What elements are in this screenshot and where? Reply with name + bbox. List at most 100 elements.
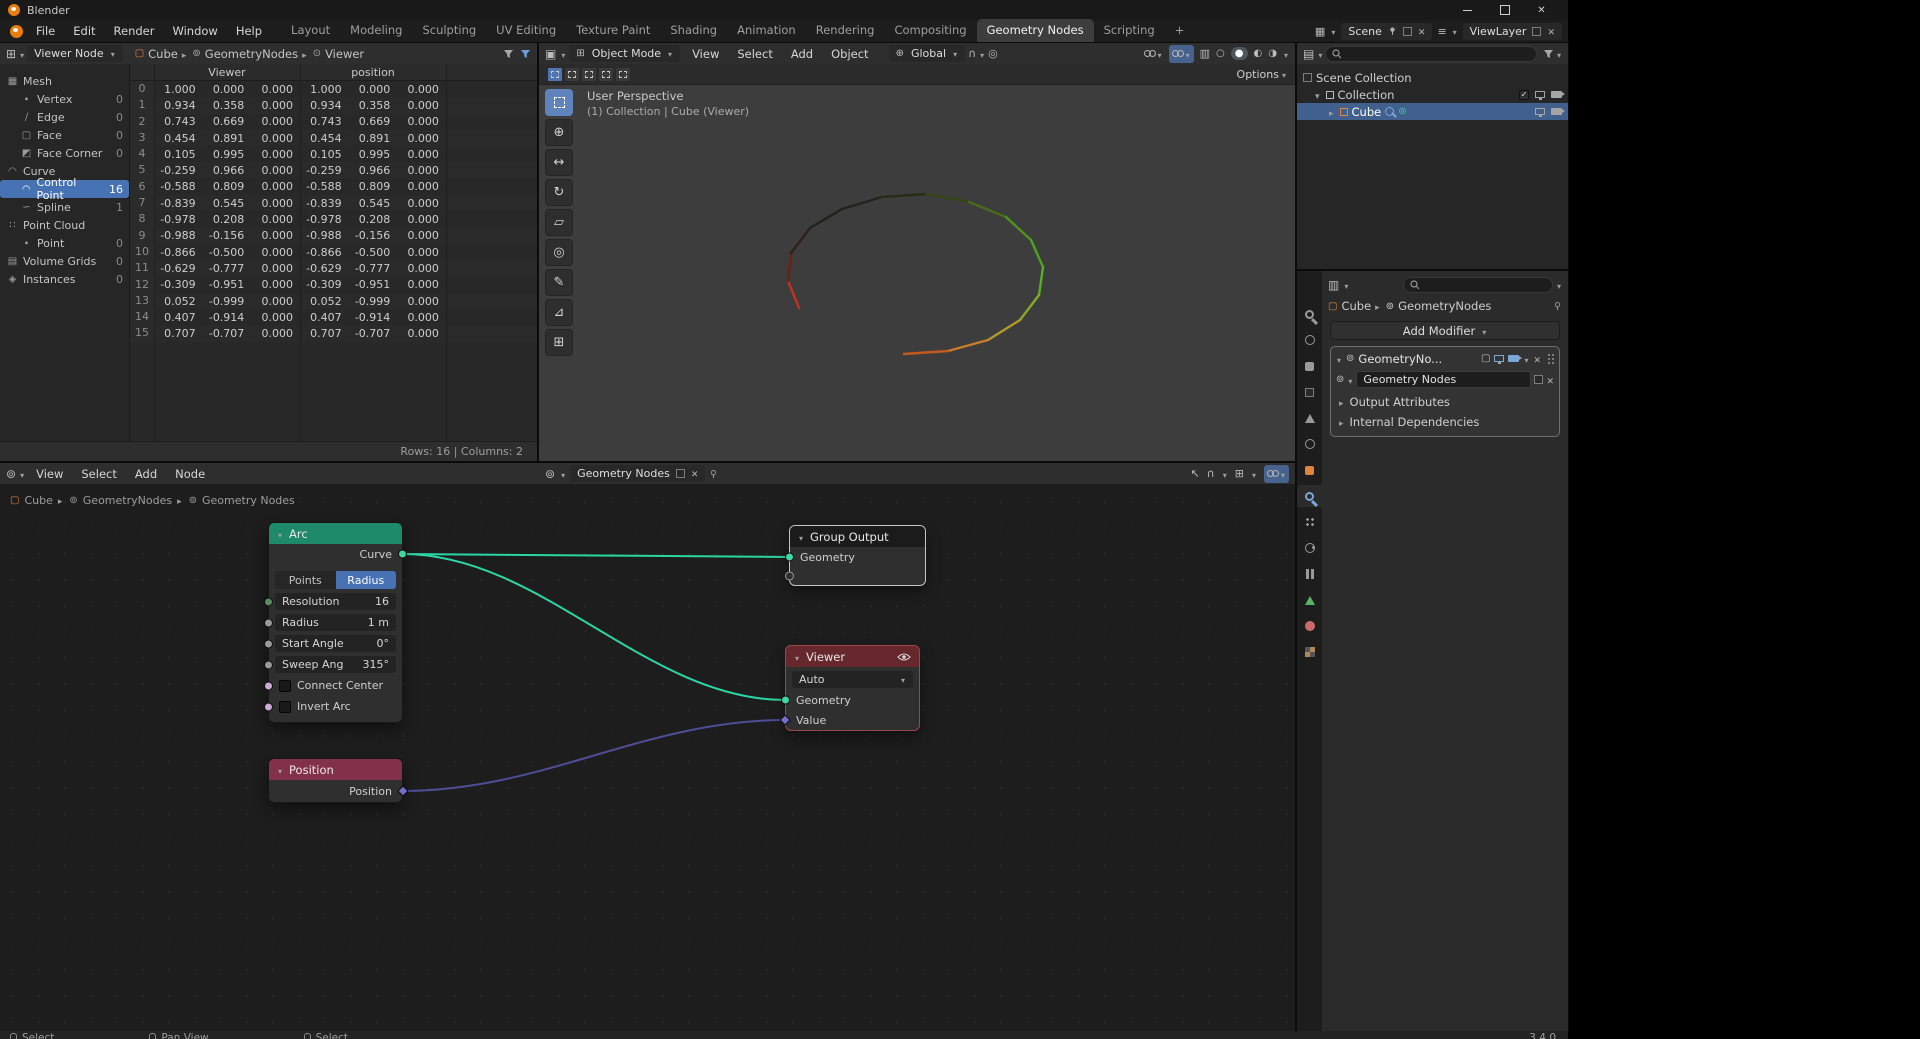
- properties-tab-world[interactable]: [1297, 433, 1322, 455]
- source-point-cloud[interactable]: ∷Point Cloud: [0, 216, 129, 234]
- properties-tab-view-layer[interactable]: [1297, 381, 1322, 403]
- outliner-filter-icon[interactable]: [1543, 49, 1554, 59]
- viewlayer-chevron-icon[interactable]: [1452, 24, 1458, 38]
- node-arc-header[interactable]: Arc: [269, 523, 402, 544]
- properties-tab-object-data[interactable]: [1297, 589, 1322, 611]
- modifier-extras-icon[interactable]: [1523, 352, 1529, 366]
- viewport-3d[interactable]: ▣ ⊞ Object Mode ViewSelectAddObject ⊕ Gl…: [539, 43, 1295, 461]
- invert-arc-checkbox[interactable]: [279, 701, 291, 713]
- properties-tab-constraints[interactable]: [1297, 563, 1322, 585]
- outliner-row-cube[interactable]: Cube ⊚: [1297, 103, 1568, 120]
- pin-icon[interactable]: [1553, 301, 1562, 311]
- source-face-corner[interactable]: ◩Face Corner0: [0, 144, 129, 162]
- scene-chevron-icon[interactable]: [1330, 24, 1336, 38]
- source-mesh[interactable]: ▦Mesh: [0, 72, 129, 90]
- viewport-visibility-icon[interactable]: [1535, 91, 1545, 98]
- socket-group-output-extend[interactable]: [785, 572, 794, 581]
- workspace-tab-layout[interactable]: Layout: [281, 19, 340, 42]
- node-group-output[interactable]: Group Output Geometry: [789, 525, 926, 586]
- properties-tab-tool[interactable]: [1297, 303, 1322, 325]
- tool-select-box-button[interactable]: [545, 89, 573, 116]
- pin-icon[interactable]: [1388, 26, 1397, 36]
- maximize-button[interactable]: [1486, 0, 1523, 20]
- node-viewer-header[interactable]: Viewer: [786, 646, 919, 667]
- unlink-icon[interactable]: [691, 467, 699, 480]
- arc-mode-radius-button[interactable]: Radius: [336, 571, 397, 589]
- node-position[interactable]: Position Position: [268, 758, 403, 803]
- tool-rotate-button[interactable]: ↻: [545, 179, 573, 206]
- properties-tab-material[interactable]: [1297, 615, 1322, 637]
- node-tree-icon[interactable]: ⊚: [545, 467, 555, 481]
- properties-tab-render[interactable]: [1297, 329, 1322, 351]
- tool-annotate-button[interactable]: ✎: [545, 269, 573, 296]
- tool-measure-button[interactable]: ⊿: [545, 299, 573, 326]
- workspace-tab-modeling[interactable]: Modeling: [340, 19, 412, 42]
- geometry-node-editor[interactable]: ⊚ ViewSelectAddNode ⊚ Geometry Nodes ↖ ∩…: [0, 463, 1295, 1031]
- panel-internal-dependencies[interactable]: Internal Dependencies: [1331, 412, 1559, 432]
- socket-viewer-geometry[interactable]: [781, 696, 790, 705]
- tool-move-button[interactable]: ↔: [545, 149, 573, 176]
- workspace-tab-rendering[interactable]: Rendering: [806, 19, 885, 42]
- show-render-icon[interactable]: [1508, 355, 1519, 362]
- properties-tab-object[interactable]: [1297, 459, 1322, 481]
- properties-tab-scene[interactable]: [1297, 407, 1322, 429]
- menu-select[interactable]: Select: [72, 464, 125, 484]
- properties-search-input[interactable]: [1403, 277, 1553, 293]
- arc-start-angle-input[interactable]: Start Angle0°: [275, 635, 396, 652]
- workspace-tab-geometry-nodes[interactable]: Geometry Nodes: [977, 19, 1094, 42]
- source-spline[interactable]: ∽Spline1: [0, 198, 129, 216]
- socket-arc-radius[interactable]: [264, 618, 273, 627]
- menu-edit[interactable]: Edit: [64, 21, 104, 41]
- workspace-tab-compositing[interactable]: Compositing: [884, 19, 976, 42]
- parent-node-icon[interactable]: ↖: [1190, 467, 1199, 480]
- node-tree-name-field[interactable]: Geometry Nodes: [570, 465, 705, 482]
- outliner-search-input[interactable]: [1325, 46, 1537, 62]
- tool-transform-button[interactable]: ◎: [545, 239, 573, 266]
- menu-window[interactable]: Window: [163, 21, 226, 41]
- render-visibility-icon[interactable]: [1551, 91, 1562, 98]
- add-workspace-button[interactable]: +: [1165, 19, 1195, 42]
- socket-group-output-geometry[interactable]: [785, 553, 794, 562]
- viewlayer-selector[interactable]: ViewLayer: [1463, 23, 1562, 40]
- eye-icon[interactable]: [897, 652, 911, 662]
- tool-scale-button[interactable]: ▱: [545, 209, 573, 236]
- properties-tab-texture[interactable]: [1297, 641, 1322, 663]
- properties-tab-particles[interactable]: [1297, 511, 1322, 533]
- properties-editor-icon[interactable]: ▥: [1328, 278, 1339, 292]
- source-face[interactable]: ▢Face0: [0, 126, 129, 144]
- workspace-tab-sculpting[interactable]: Sculpting: [412, 19, 486, 42]
- node-viewer[interactable]: Viewer Auto Geometry Value: [785, 645, 920, 731]
- workspace-tab-scripting[interactable]: Scripting: [1094, 19, 1165, 42]
- copy-icon[interactable]: [676, 469, 685, 478]
- outliner-editor-icon[interactable]: ▤: [1303, 47, 1314, 61]
- source-instances[interactable]: ◈Instances0: [0, 270, 129, 288]
- node-editor-icon[interactable]: ⊚: [6, 467, 16, 481]
- source-vertex[interactable]: ∙Vertex0: [0, 90, 129, 108]
- snap-grid-icon[interactable]: ⊞: [1235, 467, 1244, 480]
- properties-tab-modifiers[interactable]: [1297, 485, 1322, 507]
- snap-magnet-icon[interactable]: ∩: [1207, 467, 1215, 480]
- arc-radius-input[interactable]: Radius1 m: [275, 614, 396, 631]
- node-group-output-header[interactable]: Group Output: [790, 526, 925, 547]
- menu-render[interactable]: Render: [105, 21, 164, 41]
- arc-mode-points-button[interactable]: Points: [275, 571, 336, 589]
- source-edge[interactable]: ∕Edge0: [0, 108, 129, 126]
- column-header-viewer[interactable]: Viewer: [154, 64, 300, 80]
- socket-arc-curve[interactable]: [398, 550, 407, 559]
- panel-output-attributes[interactable]: Output Attributes: [1331, 392, 1559, 412]
- modifier-name[interactable]: GeometryNo...: [1358, 352, 1442, 366]
- properties-tab-output[interactable]: [1297, 355, 1322, 377]
- socket-arc-resolution[interactable]: [264, 597, 273, 606]
- source-point[interactable]: ∙Point0: [0, 234, 129, 252]
- connect-center-checkbox[interactable]: [279, 680, 291, 692]
- menu-node[interactable]: Node: [166, 464, 214, 484]
- node-position-header[interactable]: Position: [269, 759, 402, 780]
- drag-handle-icon[interactable]: [1547, 353, 1554, 365]
- node-tree-icon[interactable]: ⊚: [1336, 374, 1344, 385]
- filter-icon[interactable]: [503, 49, 514, 59]
- render-visibility-icon[interactable]: [1551, 108, 1562, 115]
- menu-add[interactable]: Add: [126, 464, 166, 484]
- menu-file[interactable]: File: [27, 21, 64, 41]
- node-group-name-field[interactable]: Geometry Nodes: [1356, 371, 1531, 388]
- socket-arc-sweep-ang[interactable]: [264, 660, 273, 669]
